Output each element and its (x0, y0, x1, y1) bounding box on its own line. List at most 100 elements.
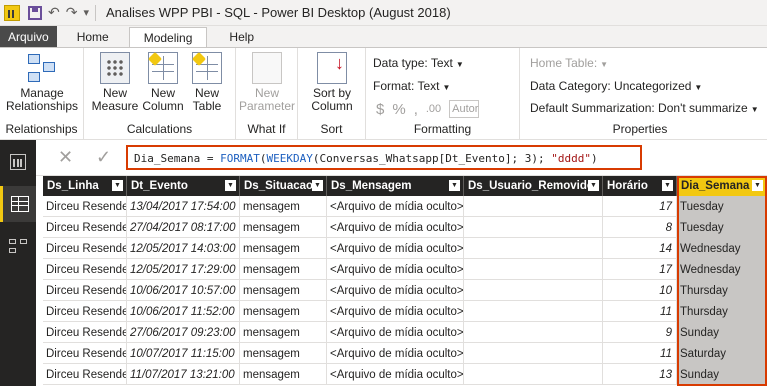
home-table-dropdown[interactable]: Home Table: ▼ (530, 56, 608, 70)
data-category-dropdown[interactable]: Data Category: Uncategorized ▼ (530, 79, 702, 93)
filter-dropdown-icon[interactable]: ▼ (312, 180, 323, 191)
tab-file[interactable]: Arquivo (0, 26, 57, 47)
cell-ds-situacao[interactable]: mensagem (240, 238, 327, 259)
cell-ds-usuario-removido[interactable] (464, 364, 603, 385)
cell-ds-mensagem[interactable]: <Arquivo de mídia oculto> (327, 280, 464, 301)
currency-icon[interactable]: $ (376, 101, 384, 118)
cell-dia-semana[interactable]: Tuesday (677, 217, 767, 238)
report-view-button[interactable] (0, 144, 36, 180)
cell-dt-evento[interactable]: 12/05/2017 14:03:00 (127, 238, 240, 259)
filter-dropdown-icon[interactable]: ▼ (588, 180, 599, 191)
cell-ds-situacao[interactable]: mensagem (240, 217, 327, 238)
comma-icon[interactable]: , (414, 101, 418, 118)
formula-input[interactable]: Dia_Semana = FORMAT(WEEKDAY(Conversas_Wh… (126, 145, 642, 170)
decimal-places-input[interactable]: Autor (449, 100, 480, 118)
cell-ds-linha[interactable]: Dirceu Resende (43, 217, 127, 238)
data-view-button[interactable] (0, 186, 36, 222)
new-parameter-button[interactable]: New Parameter (238, 52, 296, 113)
new-column-button[interactable]: New Column (140, 52, 186, 113)
cell-ds-situacao[interactable]: mensagem (240, 364, 327, 385)
cell-dt-evento[interactable]: 10/07/2017 11:15:00 (127, 343, 240, 364)
cell-dia-semana[interactable]: Tuesday (677, 196, 767, 217)
cell-horario[interactable]: 17 (603, 196, 677, 217)
cell-dia-semana[interactable]: Wednesday (677, 238, 767, 259)
tab-modeling[interactable]: Modeling (128, 27, 208, 47)
cell-ds-linha[interactable]: Dirceu Resende (43, 343, 127, 364)
cell-dt-evento[interactable]: 27/06/2017 09:23:00 (127, 322, 240, 343)
format-dropdown[interactable]: Format: Text ▼ (373, 79, 450, 93)
manage-relationships-button[interactable]: Manage Relationships (4, 52, 80, 113)
cell-horario[interactable]: 17 (603, 259, 677, 280)
table-row[interactable]: Dirceu Resende 13/04/2017 17:54:00 mensage… (43, 196, 767, 217)
cell-horario[interactable]: 10 (603, 280, 677, 301)
cell-dia-semana[interactable]: Sunday (677, 364, 767, 385)
filter-dropdown-icon[interactable]: ▼ (112, 180, 123, 191)
table-row[interactable]: Dirceu Resende 27/04/2017 08:17:00 mensage… (43, 217, 767, 238)
filter-dropdown-icon[interactable]: ▼ (449, 180, 460, 191)
table-row[interactable]: Dirceu Resende 12/05/2017 17:29:00 mensage… (43, 259, 767, 280)
cell-ds-usuario-removido[interactable] (464, 301, 603, 322)
cell-ds-linha[interactable]: Dirceu Resende (43, 364, 127, 385)
cell-ds-situacao[interactable]: mensagem (240, 280, 327, 301)
cell-horario[interactable]: 9 (603, 322, 677, 343)
cell-ds-mensagem[interactable]: <Arquivo de mídia oculto> (327, 322, 464, 343)
cell-ds-situacao[interactable]: mensagem (240, 322, 327, 343)
new-measure-button[interactable]: New Measure (92, 52, 138, 113)
cell-horario[interactable]: 11 (603, 301, 677, 322)
customize-toolbar-icon[interactable]: ▾ (83, 6, 89, 19)
relationships-view-button[interactable] (0, 228, 36, 264)
cell-ds-mensagem[interactable]: <Arquivo de mídia oculto> (327, 196, 464, 217)
new-table-button[interactable]: New Table (186, 52, 228, 113)
table-row[interactable]: Dirceu Resende 27/06/2017 09:23:00 mensage… (43, 322, 767, 343)
data-type-dropdown[interactable]: Data type: Text ▼ (373, 56, 464, 70)
cancel-formula-icon[interactable]: ✕ (58, 147, 73, 168)
cell-ds-mensagem[interactable]: <Arquivo de mídia oculto> (327, 343, 464, 364)
table-row[interactable]: Dirceu Resende 10/06/2017 10:57:00 mensage… (43, 280, 767, 301)
cell-ds-situacao[interactable]: mensagem (240, 196, 327, 217)
cell-ds-mensagem[interactable]: <Arquivo de mídia oculto> (327, 238, 464, 259)
column-header-ds-usuario-removido[interactable]: Ds_Usuario_Removido ▼ (464, 176, 603, 196)
decimals-icon[interactable]: .00 (426, 103, 441, 115)
cell-ds-linha[interactable]: Dirceu Resende (43, 238, 127, 259)
cell-ds-situacao[interactable]: mensagem (240, 343, 327, 364)
percent-icon[interactable]: % (392, 101, 405, 118)
cell-dt-evento[interactable]: 12/05/2017 17:29:00 (127, 259, 240, 280)
cell-ds-usuario-removido[interactable] (464, 322, 603, 343)
cell-ds-linha[interactable]: Dirceu Resende (43, 322, 127, 343)
cell-dt-evento[interactable]: 27/04/2017 08:17:00 (127, 217, 240, 238)
cell-horario[interactable]: 14 (603, 238, 677, 259)
filter-dropdown-icon[interactable]: ▼ (752, 180, 763, 191)
cell-dt-evento[interactable]: 10/06/2017 11:52:00 (127, 301, 240, 322)
table-row[interactable]: Dirceu Resende 10/06/2017 11:52:00 mensage… (43, 301, 767, 322)
tab-help[interactable]: Help (207, 26, 276, 47)
cell-ds-linha[interactable]: Dirceu Resende (43, 196, 127, 217)
cell-dt-evento[interactable]: 11/07/2017 13:21:00 (127, 364, 240, 385)
filter-dropdown-icon[interactable]: ▼ (662, 180, 673, 191)
column-header-ds-linha[interactable]: Ds_Linha ▼ (43, 176, 127, 196)
cell-ds-linha[interactable]: Dirceu Resende (43, 259, 127, 280)
undo-icon[interactable]: ↶ (48, 4, 60, 21)
cell-ds-mensagem[interactable]: <Arquivo de mídia oculto> (327, 301, 464, 322)
cell-ds-usuario-removido[interactable] (464, 196, 603, 217)
cell-ds-linha[interactable]: Dirceu Resende (43, 280, 127, 301)
column-header-dt-evento[interactable]: Dt_Evento ▼ (127, 176, 240, 196)
column-header-horario[interactable]: Horário ▼ (603, 176, 677, 196)
cell-horario[interactable]: 11 (603, 343, 677, 364)
commit-formula-icon[interactable]: ✓ (96, 147, 111, 168)
cell-dia-semana[interactable]: Saturday (677, 343, 767, 364)
cell-ds-mensagem[interactable]: <Arquivo de mídia oculto> (327, 259, 464, 280)
sort-by-column-button[interactable]: Sort by Column (302, 52, 362, 113)
cell-dia-semana[interactable]: Thursday (677, 301, 767, 322)
column-header-dia-semana[interactable]: Dia_Semana ▼ (677, 176, 767, 196)
default-summarization-dropdown[interactable]: Default Summarization: Don't summarize ▼ (530, 101, 759, 115)
cell-ds-linha[interactable]: Dirceu Resende (43, 301, 127, 322)
column-header-ds-situacao[interactable]: Ds_Situacao ▼ (240, 176, 327, 196)
table-row[interactable]: Dirceu Resende 10/07/2017 11:15:00 mensage… (43, 343, 767, 364)
table-row[interactable]: Dirceu Resende 11/07/2017 13:21:00 mensage… (43, 364, 767, 385)
column-header-ds-mensagem[interactable]: Ds_Mensagem ▼ (327, 176, 464, 196)
filter-dropdown-icon[interactable]: ▼ (225, 180, 236, 191)
cell-dt-evento[interactable]: 13/04/2017 17:54:00 (127, 196, 240, 217)
cell-dia-semana[interactable]: Sunday (677, 322, 767, 343)
cell-dia-semana[interactable]: Thursday (677, 280, 767, 301)
cell-ds-mensagem[interactable]: <Arquivo de mídia oculto> (327, 217, 464, 238)
